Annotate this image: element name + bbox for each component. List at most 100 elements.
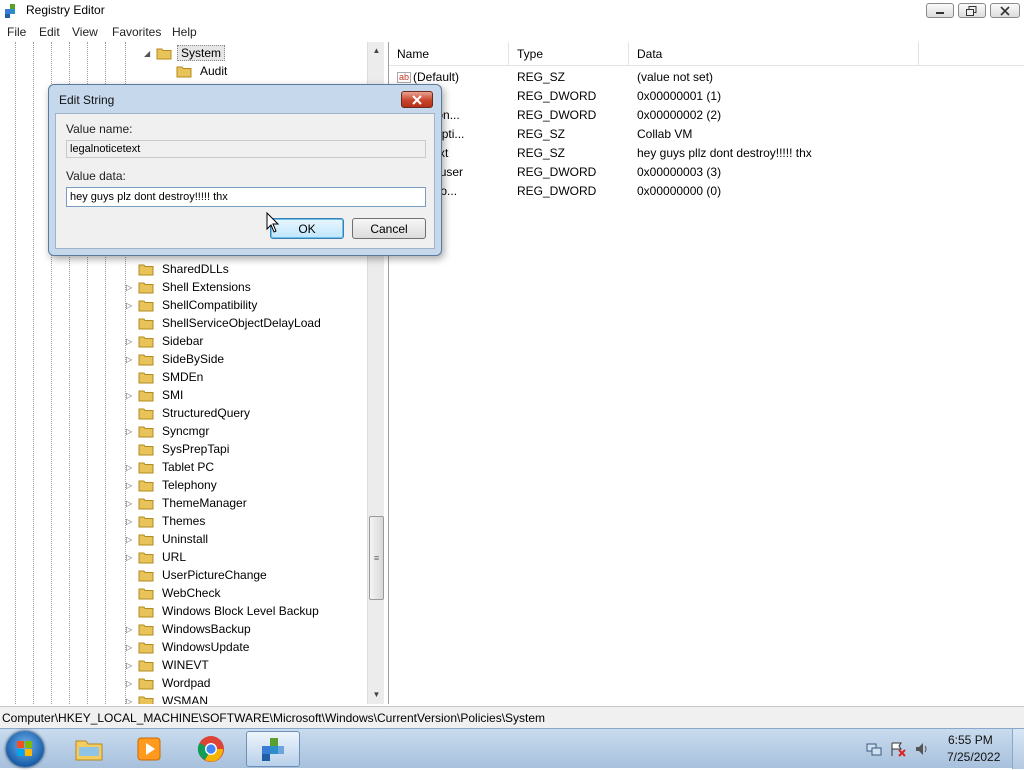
dialog-title: Edit String bbox=[59, 93, 115, 107]
value-row[interactable]: noticetextREG_SZhey guys pllz dont destr… bbox=[389, 144, 1024, 163]
expand-arrow-icon[interactable]: ▷ bbox=[126, 337, 134, 346]
tree-item[interactable]: ▷ ThemeManager bbox=[126, 494, 250, 512]
expand-arrow-icon[interactable]: ▷ bbox=[126, 499, 134, 508]
taskbar-chrome[interactable] bbox=[184, 731, 238, 767]
folder-icon bbox=[138, 480, 154, 491]
taskbar-media-player[interactable] bbox=[122, 731, 176, 767]
expand-arrow-icon[interactable]: ▷ bbox=[126, 427, 134, 436]
menu-edit[interactable]: Edit bbox=[39, 25, 60, 39]
expand-arrow-icon[interactable]: ▷ bbox=[126, 535, 134, 544]
tree-item[interactable]: ▷ Syncmgr bbox=[126, 422, 212, 440]
taskbar-regedit[interactable] bbox=[246, 731, 300, 767]
expand-arrow-icon[interactable]: ▷ bbox=[126, 517, 134, 526]
tree-item[interactable]: WebCheck bbox=[126, 584, 223, 602]
scroll-down-icon[interactable]: ▼ bbox=[368, 686, 385, 703]
tree-item-label: Themes bbox=[162, 514, 206, 528]
tree-item[interactable]: ▷ URL bbox=[126, 548, 189, 566]
tree-item[interactable]: ▷ Telephony bbox=[126, 476, 220, 494]
value-row[interactable]: noticecapti...REG_SZCollab VM bbox=[389, 125, 1024, 144]
tree-item[interactable]: SysPrepTapi bbox=[126, 440, 232, 458]
expand-arrow-icon[interactable]: ▷ bbox=[126, 283, 134, 292]
tree-item[interactable]: ▷ Tablet PC bbox=[126, 458, 217, 476]
expand-arrow-icon[interactable]: ▷ bbox=[126, 643, 134, 652]
column-header-type[interactable]: Type bbox=[509, 42, 629, 66]
tree-item[interactable]: StructuredQuery bbox=[126, 404, 253, 422]
tree-item[interactable]: ▷ Uninstall bbox=[126, 530, 211, 548]
column-header-name[interactable]: Name bbox=[389, 42, 509, 66]
column-header-data[interactable]: Data bbox=[629, 42, 919, 66]
menu-file[interactable]: File bbox=[7, 25, 26, 39]
expand-arrow-icon[interactable]: ▷ bbox=[126, 355, 134, 364]
folder-icon bbox=[138, 300, 154, 311]
expand-arrow-icon[interactable]: ▷ bbox=[126, 661, 134, 670]
volume-icon[interactable] bbox=[914, 741, 930, 757]
clock-date[interactable]: 7/25/2022 bbox=[947, 750, 1000, 764]
value-data-input[interactable]: hey guys plz dont destroy!!!!! thx bbox=[66, 187, 426, 207]
menu-view[interactable]: View bbox=[72, 25, 98, 39]
tree-item-audit[interactable]: Audit bbox=[176, 62, 230, 80]
scroll-thumb[interactable]: ≡ bbox=[369, 516, 384, 600]
taskbar-explorer[interactable] bbox=[62, 731, 116, 767]
tree-item[interactable]: SMDEn bbox=[126, 368, 206, 386]
tree-item[interactable]: ▷ ShellCompatibility bbox=[126, 296, 260, 314]
dialog-close-button[interactable] bbox=[401, 91, 433, 108]
string-value-icon: ab bbox=[397, 72, 411, 84]
folder-icon bbox=[138, 336, 154, 347]
expand-arrow-icon[interactable]: ▷ bbox=[126, 679, 134, 688]
minimize-button[interactable] bbox=[926, 3, 954, 18]
expand-arrow-icon[interactable]: ▷ bbox=[126, 301, 134, 310]
close-button[interactable] bbox=[990, 3, 1020, 18]
value-row[interactable]: ab (Default) REG_SZ (value not set) bbox=[389, 68, 1024, 87]
restore-button[interactable] bbox=[958, 3, 986, 18]
value-row[interactable]: ownwitho...REG_DWORD0x00000000 (0) bbox=[389, 182, 1024, 201]
folder-icon bbox=[138, 408, 154, 419]
tree-item[interactable]: ▷ SMI bbox=[126, 386, 186, 404]
edit-string-dialog: Edit String Value name: legalnoticetext … bbox=[48, 84, 442, 256]
tree-item-label: ThemeManager bbox=[162, 496, 247, 510]
menu-favorites[interactable]: Favorites bbox=[112, 25, 161, 39]
ok-button[interactable]: OK bbox=[270, 218, 344, 239]
value-row[interactable]: utomation...REG_DWORD0x00000002 (2) bbox=[389, 106, 1024, 125]
clock-time[interactable]: 6:55 PM bbox=[948, 733, 993, 747]
explorer-icon bbox=[75, 740, 103, 761]
value-row[interactable]: decadREG_DWORD0x00000001 (1) bbox=[389, 87, 1024, 106]
tree-item[interactable]: SharedDLLs bbox=[126, 260, 232, 278]
tree-item-label: ShellServiceObjectDelayLoad bbox=[162, 316, 321, 330]
tree-item[interactable]: ▷ Themes bbox=[126, 512, 208, 530]
tree-item[interactable]: ShellServiceObjectDelayLoad bbox=[126, 314, 324, 332]
tree-item[interactable]: ▷ SideBySide bbox=[126, 350, 227, 368]
folder-icon bbox=[138, 354, 154, 365]
value-type-cell: REG_DWORD bbox=[517, 184, 597, 198]
folder-icon bbox=[138, 534, 154, 545]
expand-arrow-icon[interactable]: ▷ bbox=[126, 553, 134, 562]
collapse-arrow-icon[interactable]: ◢ bbox=[144, 49, 152, 58]
tree-item[interactable]: ▷ Shell Extensions bbox=[126, 278, 254, 296]
cancel-button[interactable]: Cancel bbox=[352, 218, 426, 239]
expand-arrow-icon[interactable]: ▷ bbox=[126, 481, 134, 490]
menu-help[interactable]: Help bbox=[172, 25, 197, 39]
folder-icon bbox=[138, 390, 154, 401]
values-list[interactable]: Name Type Data ab (Default) REG_SZ (value n… bbox=[388, 42, 1024, 704]
tree-item[interactable]: ▷ Wordpad bbox=[126, 674, 213, 692]
tree-item-label: Audit bbox=[200, 64, 228, 78]
window-title: Registry Editor bbox=[26, 3, 105, 17]
start-button[interactable] bbox=[6, 731, 44, 767]
tree-item[interactable]: ▷ WINEVT bbox=[126, 656, 212, 674]
tree-item-system[interactable]: ◢ System bbox=[144, 44, 226, 62]
tree-item[interactable]: ▷ Sidebar bbox=[126, 332, 206, 350]
tree-item[interactable]: UserPictureChange bbox=[126, 566, 270, 584]
value-row[interactable]: nnecteduserREG_DWORD0x00000003 (3) bbox=[389, 163, 1024, 182]
network-icon[interactable] bbox=[866, 741, 882, 757]
action-center-icon[interactable] bbox=[890, 741, 906, 757]
expand-arrow-icon[interactable]: ▷ bbox=[126, 625, 134, 634]
tree-item[interactable]: ▷ WindowsUpdate bbox=[126, 638, 252, 656]
expand-arrow-icon[interactable]: ▷ bbox=[126, 391, 134, 400]
expand-arrow-icon[interactable]: ▷ bbox=[126, 463, 134, 472]
tree-item[interactable]: ▷ WindowsBackup bbox=[126, 620, 254, 638]
scroll-up-icon[interactable]: ▲ bbox=[368, 42, 385, 59]
tree-item[interactable]: ▷ WSMAN bbox=[126, 692, 211, 704]
expand-arrow-icon[interactable]: ▷ bbox=[126, 697, 134, 705]
close-icon bbox=[1000, 5, 1010, 16]
show-desktop-button[interactable] bbox=[1012, 729, 1024, 769]
tree-item[interactable]: Windows Block Level Backup bbox=[126, 602, 322, 620]
